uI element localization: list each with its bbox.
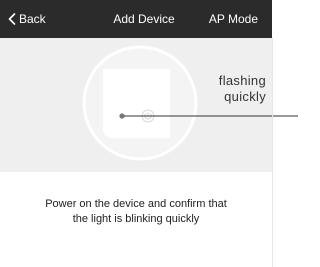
callout-line-2: quickly <box>224 89 266 104</box>
ap-mode-button[interactable]: AP Mode <box>209 12 258 26</box>
device-body <box>103 69 170 138</box>
back-label: Back <box>19 12 46 26</box>
device-illustration-panel: flashing quickly <box>0 38 298 172</box>
edge-divider <box>272 38 273 267</box>
instruction-line-1: Power on the device and confirm that <box>45 198 227 210</box>
page-title: Add Device <box>113 12 175 26</box>
indicator-callout-label: flashing quickly <box>219 73 266 105</box>
instruction-text: Power on the device and confirm that the… <box>0 197 272 227</box>
chevron-left-icon <box>8 13 16 25</box>
indicator-light-icon <box>119 113 125 119</box>
instruction-line-2: the light is blinking quickly <box>72 213 200 225</box>
callout-line-1: flashing <box>218 73 266 88</box>
back-button[interactable]: Back <box>8 11 46 27</box>
top-nav-bar: Back Add Device AP Mode <box>0 0 272 38</box>
